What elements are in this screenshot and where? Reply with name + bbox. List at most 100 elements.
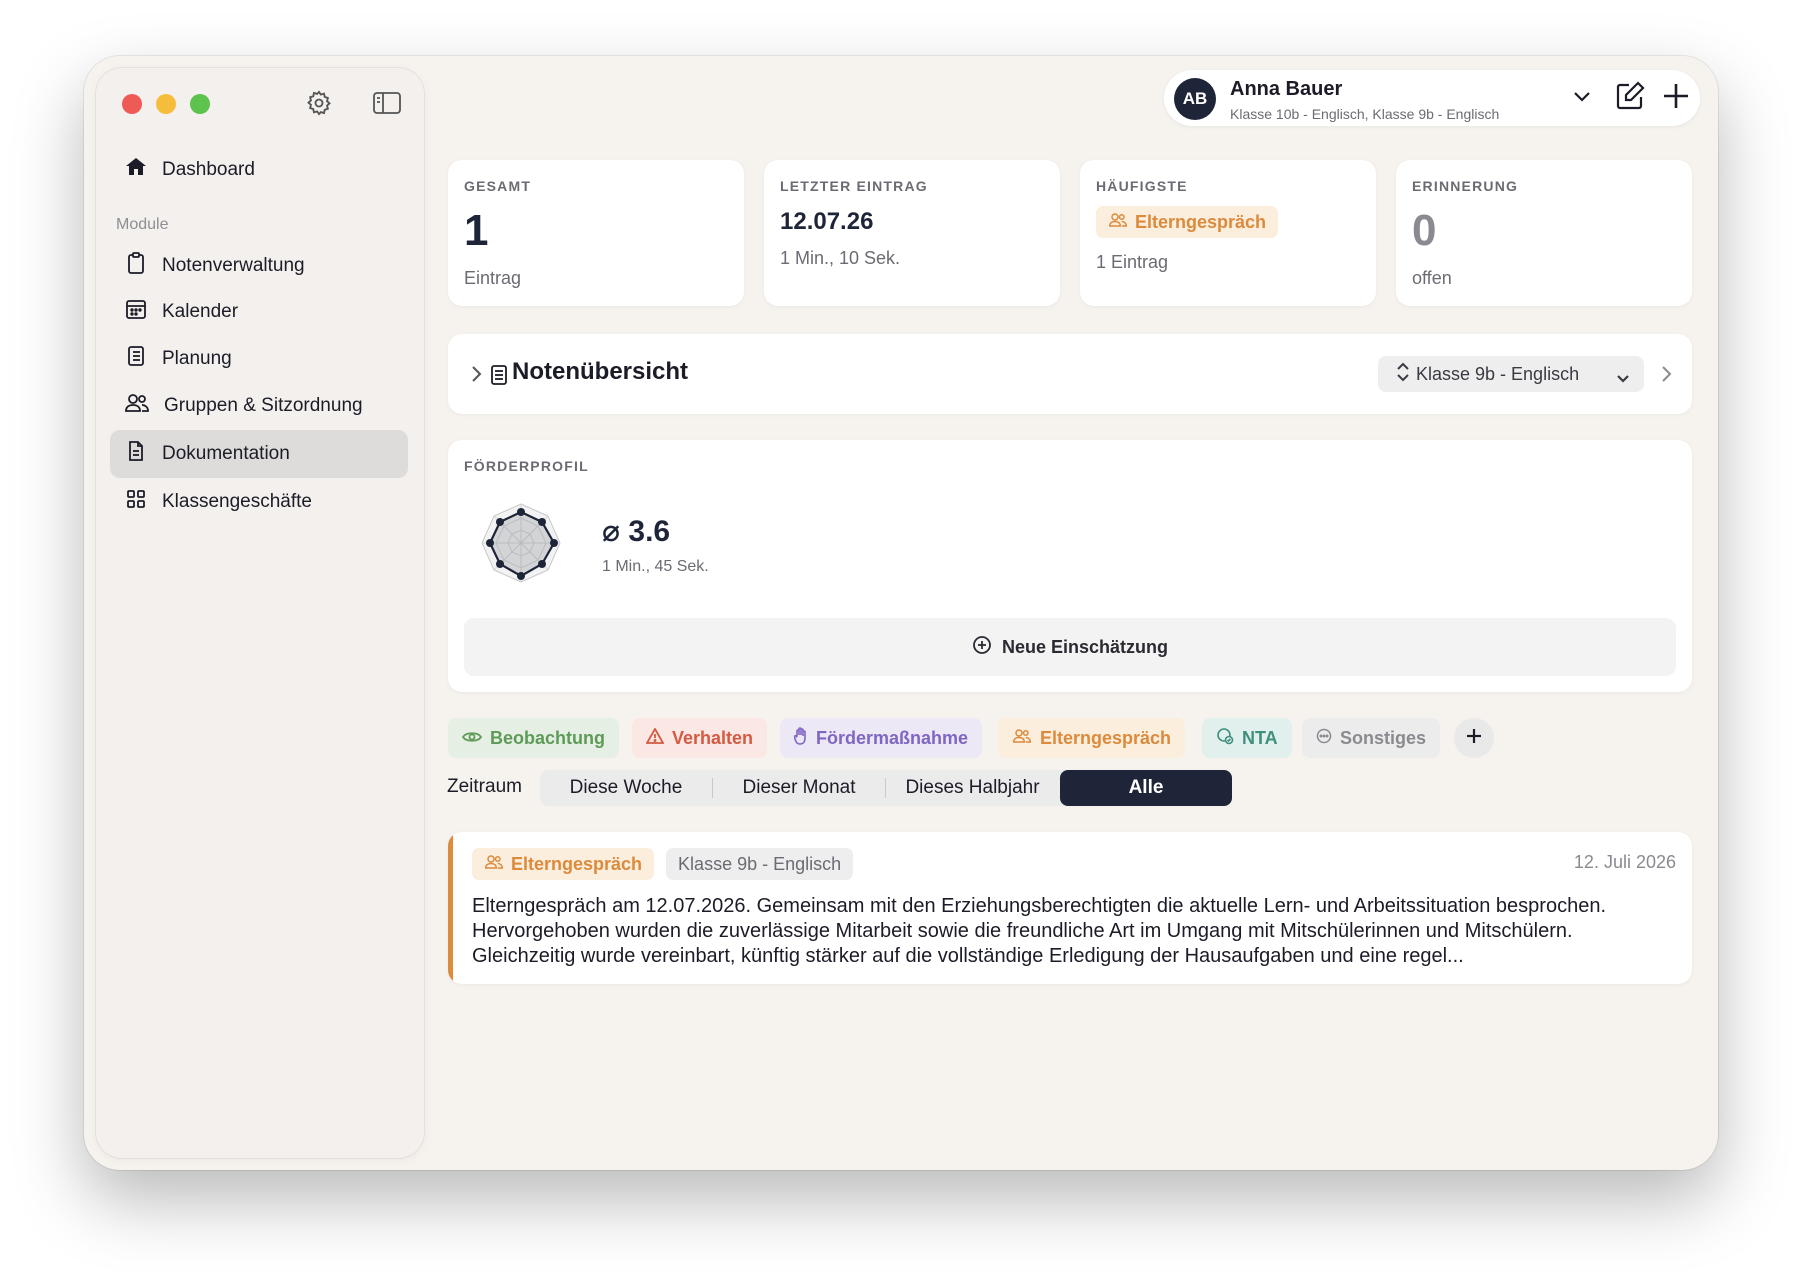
calendar-icon: [124, 297, 148, 327]
updown-chevron-icon: [1396, 362, 1410, 387]
house-icon: [124, 155, 148, 185]
filter-chip-nta[interactable]: NTA: [1202, 718, 1292, 758]
document-icon: [124, 439, 148, 469]
entry-class-tag: Klasse 9b - Englisch: [666, 848, 854, 880]
stat-card-erinnerung: ERINNERUNG 0 offen: [1396, 160, 1692, 306]
average-value: ⌀ 3.6: [602, 515, 671, 548]
sidebar-item-dokumentation[interactable]: Dokumentation: [110, 430, 408, 478]
clipboard-icon: [124, 251, 148, 281]
stat-value: 12.07.26: [780, 208, 874, 235]
zeitraum-segmented-control: Diese Woche Dieser Monat Dieses Halbjahr…: [540, 770, 1232, 806]
stat-label: HÄUFIGSTE: [1096, 178, 1188, 194]
sidebar-icon: [372, 90, 402, 121]
people-icon: [124, 391, 150, 421]
gear-icon: [305, 89, 333, 122]
sidebar: Dashboard Module Notenverwaltung Kalende…: [96, 68, 424, 1158]
minimize-window-button[interactable]: [156, 94, 176, 114]
documentation-entry[interactable]: Elterngespräch Klasse 9b - Englisch 12. …: [448, 832, 1692, 984]
stat-card-gesamt: GESAMT 1 Eintrag: [448, 160, 744, 306]
close-window-button[interactable]: [122, 94, 142, 114]
stat-label: GESAMT: [464, 178, 532, 194]
chevron-right-icon[interactable]: [470, 364, 482, 389]
sidebar-item-label: Dokumentation: [162, 443, 290, 464]
stat-label: ERINNERUNG: [1412, 178, 1519, 194]
sidebar-item-label: Planung: [162, 348, 232, 369]
stat-card-haeufigste: HÄUFIGSTE Elterngespräch 1 Eintrag: [1080, 160, 1376, 306]
filter-chip-verhalten[interactable]: Verhalten: [632, 718, 768, 758]
stat-unit: Eintrag: [464, 268, 522, 288]
entry-text: Elterngespräch am 12.07.2026. Gemeinsam …: [472, 895, 1607, 967]
sidebar-item-label: Notenverwaltung: [162, 255, 305, 276]
more-icon: [1316, 728, 1332, 749]
sidebar-item-label: Kalender: [162, 301, 239, 322]
sidebar-item-label: Gruppen & Sitzordnung: [164, 395, 363, 416]
stat-unit: offen: [1412, 268, 1452, 288]
toggle-sidebar-button[interactable]: [370, 88, 404, 122]
entry-date: 12. Juli 2026: [1573, 852, 1676, 872]
plus-icon: [1466, 728, 1482, 749]
stat-sub: 1 Min., 10 Sek.: [780, 248, 901, 268]
category-tag: Elterngespräch: [1096, 206, 1279, 238]
people-icon: [1012, 727, 1032, 750]
add-button[interactable]: [1658, 80, 1694, 116]
document-icon: [490, 364, 508, 391]
stat-sub: 1 Eintrag: [1096, 252, 1169, 272]
settings-button[interactable]: [302, 88, 336, 122]
eye-icon: [461, 728, 483, 749]
class-select[interactable]: Klasse 9b - Englisch: [1378, 356, 1644, 392]
panel-title: Notenübersicht: [512, 358, 689, 385]
profile-name: Anna Bauer: [1230, 78, 1343, 100]
zeitraum-option-woche[interactable]: Diese Woche: [540, 770, 712, 806]
sidebar-item-notenverwaltung[interactable]: Notenverwaltung: [110, 242, 408, 290]
compose-button[interactable]: [1612, 80, 1648, 116]
class-select-value: Klasse 9b - Englisch: [1416, 363, 1580, 384]
filter-chip-foerdermassnahme[interactable]: Fördermaßnahme: [780, 718, 983, 758]
profile-dropdown-button[interactable]: [1564, 80, 1600, 116]
warning-icon: [645, 726, 665, 749]
app-window: Dashboard Module Notenverwaltung Kalende…: [84, 56, 1718, 1170]
sidebar-section-label: Module: [116, 216, 169, 233]
sidebar-item-dashboard[interactable]: Dashboard: [110, 146, 408, 194]
badge-icon: [1216, 727, 1234, 750]
chevron-down-icon: [1572, 89, 1592, 108]
entry-category-tag: Elterngespräch: [472, 848, 655, 880]
notebook-icon: [124, 344, 148, 374]
stat-value: 1: [464, 206, 489, 255]
sidebar-item-klassengeschaefte[interactable]: Klassengeschäfte: [110, 478, 408, 526]
filter-chip-elterngespraech[interactable]: Elterngespräch: [998, 718, 1186, 758]
people-icon: [1108, 211, 1128, 234]
plus-icon: [1661, 81, 1691, 116]
stat-label: LETZTER EINTRAG: [780, 178, 928, 194]
radar-chart-icon: [478, 500, 564, 591]
add-category-button[interactable]: [1454, 718, 1494, 758]
filter-chip-beobachtung[interactable]: Beobachtung: [448, 718, 619, 758]
sidebar-item-planung[interactable]: Planung: [110, 335, 408, 383]
people-icon: [484, 853, 504, 876]
zeitraum-option-halbjahr[interactable]: Dieses Halbjahr: [886, 770, 1059, 806]
average-sub: 1 Min., 45 Sek.: [602, 558, 709, 575]
zeitraum-label: Zeitraum: [447, 776, 522, 797]
sidebar-item-label: Dashboard: [162, 159, 255, 180]
panel-label: FÖRDERPROFIL: [464, 458, 589, 474]
chevron-down-icon: [1616, 368, 1630, 389]
filter-chip-sonstiges[interactable]: Sonstiges: [1302, 718, 1441, 758]
entry-accent-bar: [448, 832, 453, 984]
new-assessment-label: Neue Einschätzung: [1001, 636, 1169, 657]
new-assessment-button[interactable]: Neue Einschätzung: [464, 618, 1676, 676]
profile-switcher[interactable]: AB Anna Bauer Klasse 10b - Englisch, Kla…: [1164, 70, 1700, 126]
stat-card-letzter-eintrag: LETZTER EINTRAG 12.07.26 1 Min., 10 Sek.: [764, 160, 1060, 306]
zeitraum-option-alle[interactable]: Alle: [1060, 770, 1232, 806]
profile-classes: Klasse 10b - Englisch, Klasse 9b - Engli…: [1230, 106, 1500, 122]
plus-circle-icon: [972, 635, 992, 660]
hand-icon: [793, 726, 808, 750]
zeitraum-option-monat[interactable]: Dieser Monat: [713, 770, 885, 806]
chevron-right-icon[interactable]: [1660, 364, 1672, 389]
sidebar-item-kalender[interactable]: Kalender: [110, 288, 408, 336]
sidebar-item-label: Klassengeschäfte: [162, 491, 312, 512]
foerderprofil-panel: FÖRDERPROFIL ⌀ 3.6 1 Min., 45 Sek. Neue …: [448, 440, 1692, 692]
maximize-window-button[interactable]: [190, 94, 210, 114]
compose-icon: [1614, 80, 1646, 117]
sidebar-item-gruppen[interactable]: Gruppen & Sitzordnung: [110, 382, 408, 430]
notenuebersicht-panel[interactable]: Notenübersicht Klasse 9b - Englisch: [448, 334, 1692, 414]
stat-value: 0: [1412, 206, 1437, 255]
